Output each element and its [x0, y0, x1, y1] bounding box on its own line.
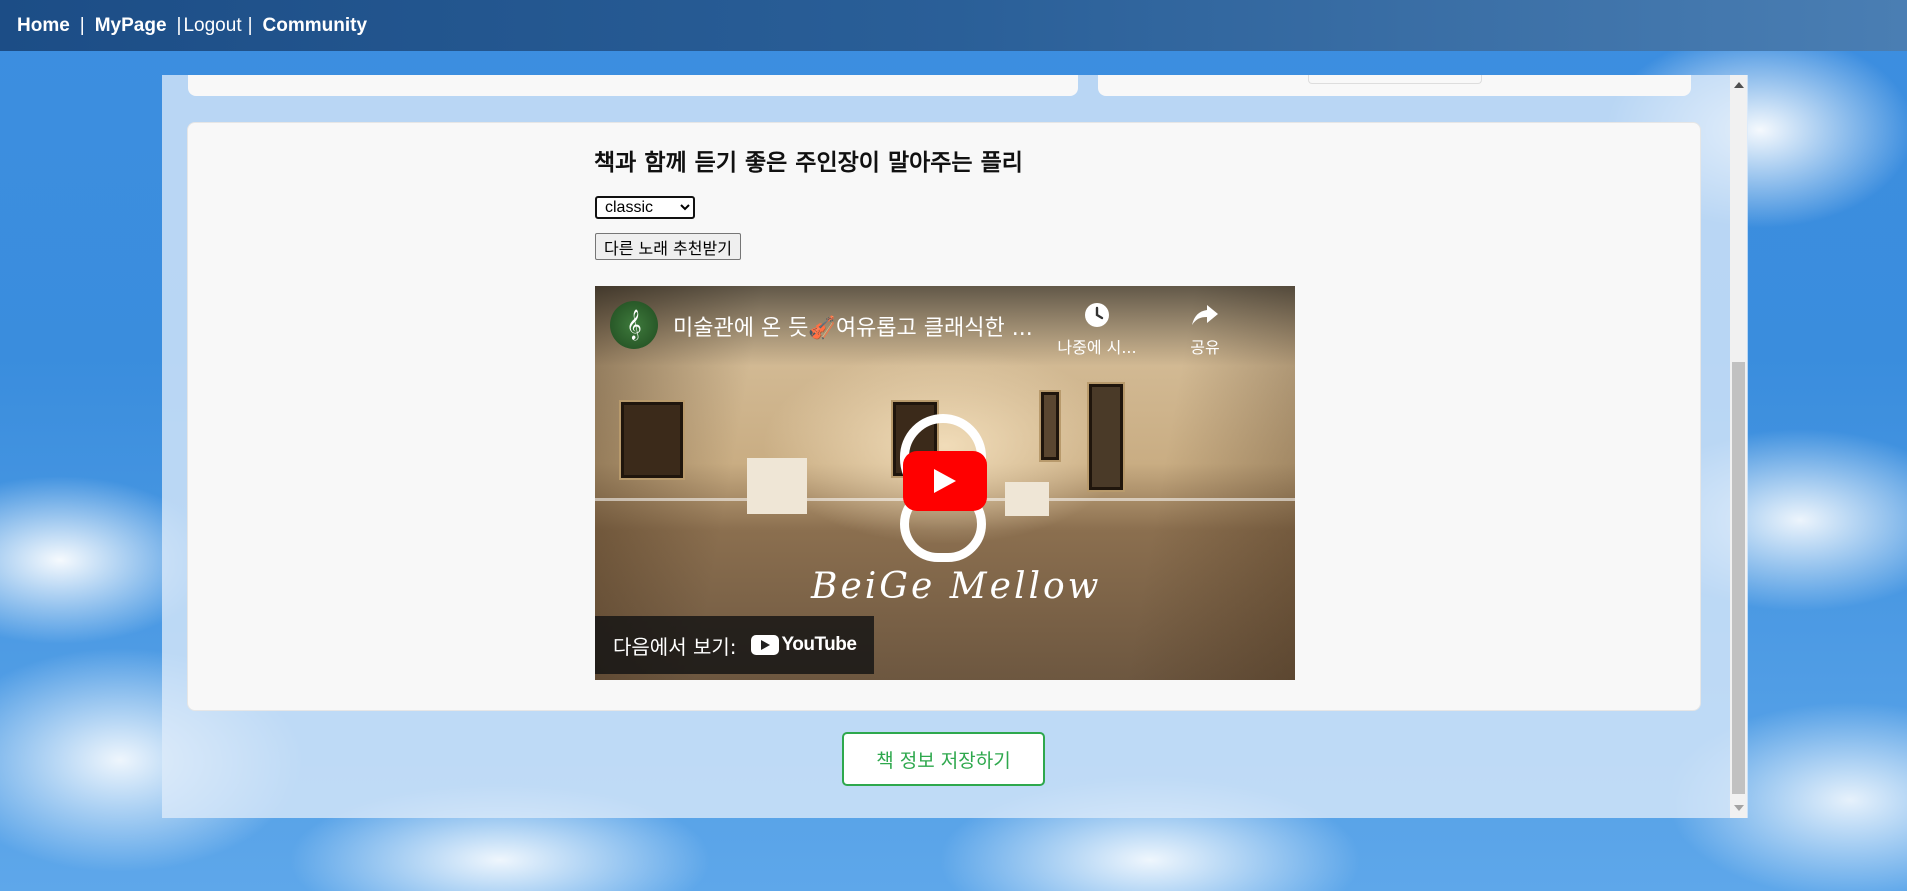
youtube-logo: YouTube [750, 634, 857, 656]
nav-logout-link[interactable]: Logout [183, 15, 241, 37]
input-field-edge [1308, 75, 1482, 84]
watch-on-label: 다음에서 보기: [613, 634, 737, 659]
thumbnail-painting [1041, 392, 1059, 460]
nav-separator: | [247, 14, 253, 36]
watch-on-youtube-button[interactable]: 다음에서 보기: YouTube [595, 616, 875, 674]
playlist-title: 책과 함께 듣기 좋은 주인장이 말아주는 플리 [594, 150, 1023, 176]
watch-later-label: 나중에 시... [1057, 338, 1137, 357]
nav-mypage-link[interactable]: MyPage [95, 15, 167, 37]
thumbnail-painting [621, 402, 683, 478]
scroll-up-arrow-icon[interactable] [1734, 82, 1744, 88]
video-title[interactable]: 미술관에 온 듯🎻여유롭고 클래식한 ... [673, 310, 1033, 342]
scroll-down-arrow-icon[interactable] [1734, 805, 1744, 811]
youtube-embed[interactable]: 𝄞 미술관에 온 듯🎻여유롭고 클래식한 ... 나중에 시... 공유 Bei… [595, 286, 1295, 680]
youtube-wordmark: YouTube [781, 634, 857, 655]
book-detail-card [1098, 75, 1691, 96]
nav-home-link[interactable]: Home [17, 15, 70, 37]
play-button[interactable] [903, 451, 987, 511]
thumbnail-pedestal [1005, 482, 1049, 516]
play-icon [934, 469, 956, 493]
share-icon [1192, 305, 1218, 325]
share-label: 공유 [1190, 338, 1220, 357]
book-info-card [188, 75, 1078, 96]
clock-icon [1085, 303, 1109, 327]
channel-avatar[interactable]: 𝄞 [610, 301, 658, 349]
share-button[interactable]: 공유 [1165, 302, 1245, 358]
thumbnail-painting [1089, 384, 1123, 490]
scroll-thumb[interactable] [1732, 362, 1745, 794]
nav-separator: | [79, 14, 85, 36]
nav-separator: | [176, 14, 182, 36]
channel-brand-text: BeiGe Mellow [811, 566, 1102, 607]
youtube-play-icon [750, 635, 779, 655]
recommend-song-button[interactable]: 다른 노래 추천받기 [595, 233, 741, 260]
thumbnail-pedestal [747, 458, 807, 514]
save-book-info-button[interactable]: 책 정보 저장하기 [842, 732, 1045, 786]
nav-community-link[interactable]: Community [263, 15, 368, 37]
genre-select[interactable]: classic [595, 196, 695, 219]
top-nav: Home | MyPage | Logout | Community [0, 0, 1907, 51]
vertical-scrollbar[interactable] [1730, 75, 1747, 818]
watch-later-button[interactable]: 나중에 시... [1057, 302, 1137, 358]
